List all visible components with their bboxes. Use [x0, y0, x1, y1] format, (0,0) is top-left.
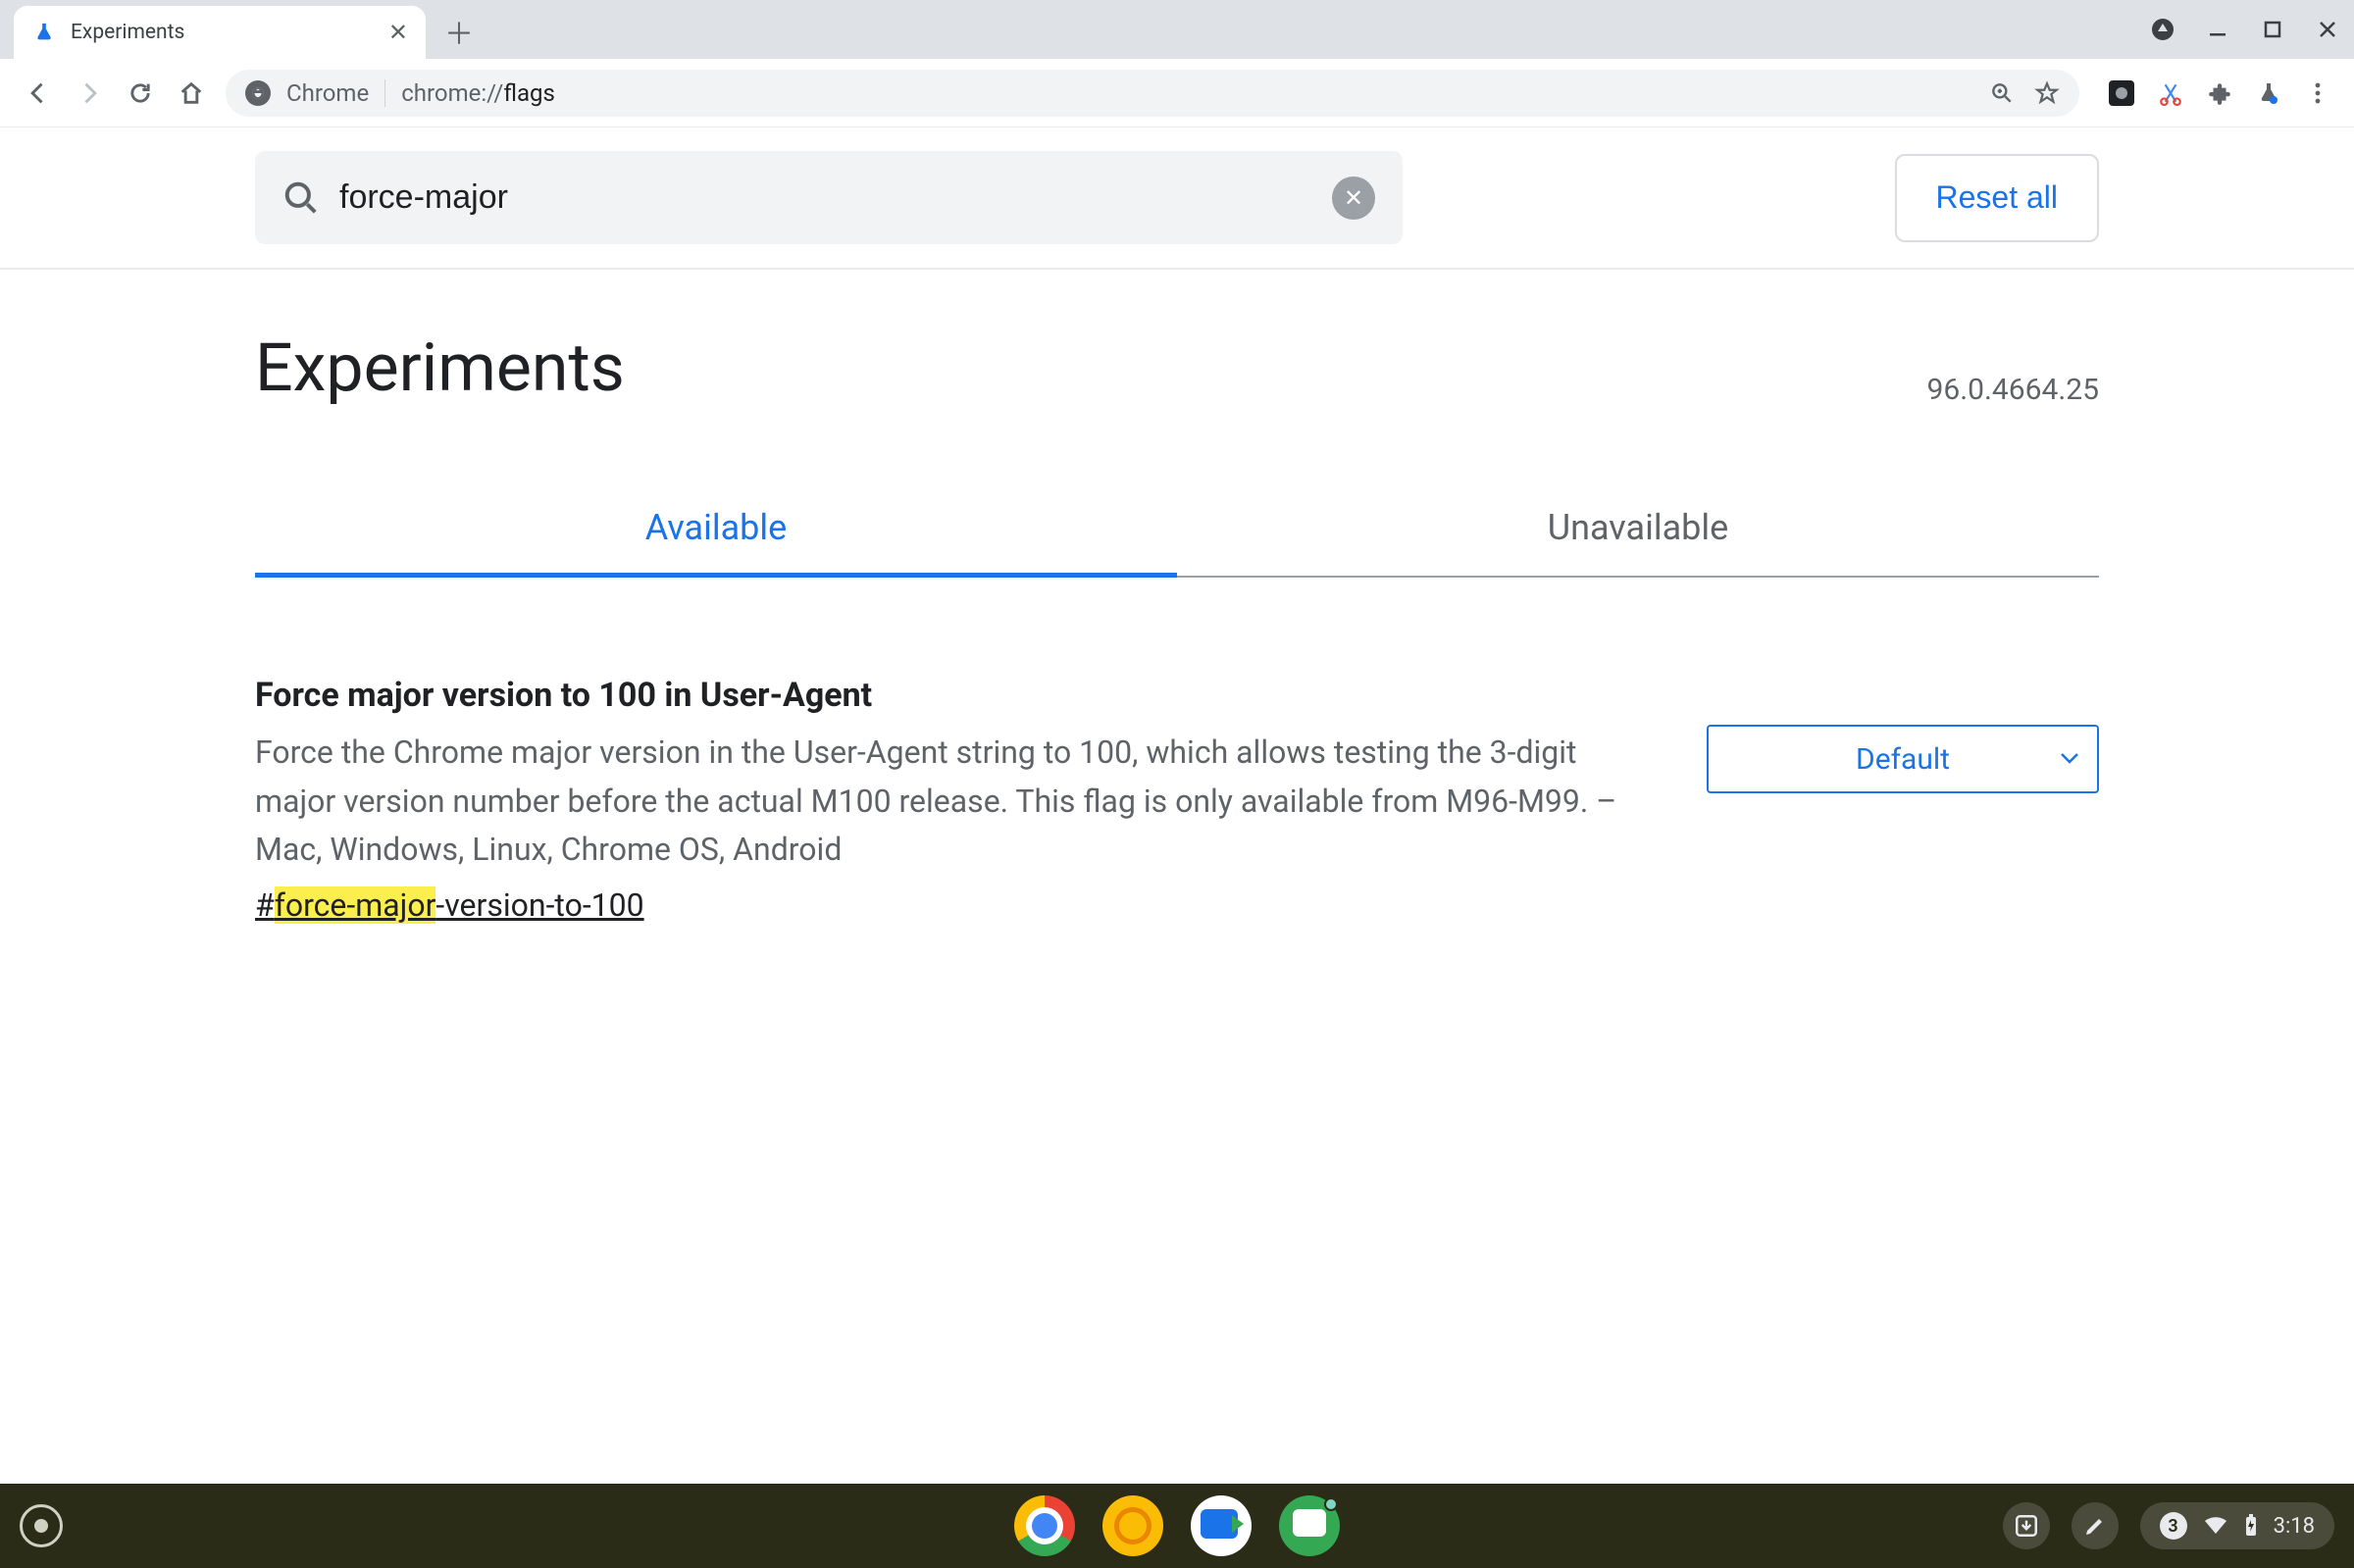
chevron-down-icon — [2060, 752, 2079, 766]
wifi-icon — [2203, 1516, 2228, 1536]
extension-scissors-icon[interactable] — [2156, 78, 2185, 108]
find-in-page-icon[interactable] — [1989, 80, 2015, 106]
account-icon[interactable] — [2148, 15, 2177, 44]
bookmark-star-icon[interactable] — [2034, 80, 2060, 106]
app-chrome-icon[interactable] — [1014, 1495, 1075, 1556]
close-icon[interactable]: ✕ — [388, 19, 408, 46]
browser-tab[interactable]: Experiments ✕ — [14, 6, 426, 59]
flag-text: Force major version to 100 in User-Agent… — [255, 676, 1648, 924]
stylus-icon[interactable] — [2072, 1502, 2119, 1549]
page-title: Experiments — [255, 329, 625, 407]
labs-flask-icon[interactable] — [2254, 78, 2283, 108]
reset-all-button[interactable]: Reset all — [1895, 154, 2100, 242]
kebab-menu-icon[interactable] — [2303, 78, 2332, 108]
minimize-icon[interactable] — [2203, 15, 2232, 44]
app-duo-icon[interactable] — [1191, 1495, 1252, 1556]
window-close-icon[interactable] — [2313, 15, 2342, 44]
search-row: ✕ Reset all — [0, 127, 2354, 270]
browser-toolbar: Chrome chrome://flags — [0, 59, 2354, 127]
address-bar[interactable]: Chrome chrome://flags — [226, 70, 2079, 117]
status-tray[interactable]: 3 3:18 — [2140, 1502, 2334, 1549]
search-icon — [282, 179, 320, 217]
shelf-pinned-apps — [1014, 1495, 1340, 1556]
tab-title: Experiments — [71, 21, 375, 44]
flag-select-value: Default — [1856, 742, 1950, 777]
shelf-status-area: 3 3:18 — [2003, 1502, 2334, 1549]
battery-icon — [2244, 1514, 2258, 1538]
flag-title: Force major version to 100 in User-Agent — [255, 676, 1648, 715]
tab-available[interactable]: Available — [255, 485, 1177, 576]
notification-count: 3 — [2160, 1512, 2187, 1540]
flag-anchor-link[interactable]: #force-major-version-to-100 — [255, 886, 644, 924]
flags-search-input[interactable] — [339, 178, 1312, 217]
clock: 3:18 — [2274, 1514, 2315, 1539]
chromeos-shelf: 3 3:18 — [0, 1484, 2354, 1568]
tab-unavailable[interactable]: Unavailable — [1177, 485, 2099, 576]
app-messages-icon[interactable] — [1279, 1495, 1340, 1556]
extension-icons — [2097, 78, 2332, 108]
flag-description: Force the Chrome major version in the Us… — [255, 729, 1648, 875]
extension-icon-1[interactable] — [2107, 78, 2136, 108]
browser-tabstrip: Experiments ✕ ＋ — [0, 0, 2354, 59]
flask-icon — [31, 20, 57, 45]
omnibox-url: chrome://flags — [401, 79, 555, 107]
version-label: 96.0.4664.25 — [1927, 373, 2099, 407]
app-keep-icon[interactable] — [1102, 1495, 1163, 1556]
maximize-icon[interactable] — [2258, 15, 2287, 44]
window-controls — [2148, 0, 2342, 59]
flags-page: ✕ Reset all Experiments 96.0.4664.25 Ava… — [0, 127, 2354, 924]
site-info-icon[interactable] — [245, 80, 271, 106]
holding-space-icon[interactable] — [2003, 1502, 2050, 1549]
back-button[interactable] — [22, 76, 55, 110]
flag-state-select[interactable]: Default — [1707, 725, 2099, 793]
clear-icon[interactable]: ✕ — [1332, 177, 1375, 220]
flags-searchbox[interactable]: ✕ — [255, 151, 1403, 244]
header-row: Experiments 96.0.4664.25 — [0, 270, 2354, 407]
new-tab-button[interactable]: ＋ — [439, 12, 479, 51]
home-button[interactable] — [175, 76, 208, 110]
extensions-puzzle-icon[interactable] — [2205, 78, 2234, 108]
omnibox-chip: Chrome — [286, 79, 385, 107]
forward-button[interactable] — [73, 76, 106, 110]
reload-button[interactable] — [124, 76, 157, 110]
tabs: Available Unavailable — [255, 485, 2099, 578]
flag-entry: Force major version to 100 in User-Agent… — [0, 578, 2354, 924]
launcher-button[interactable] — [20, 1504, 63, 1547]
